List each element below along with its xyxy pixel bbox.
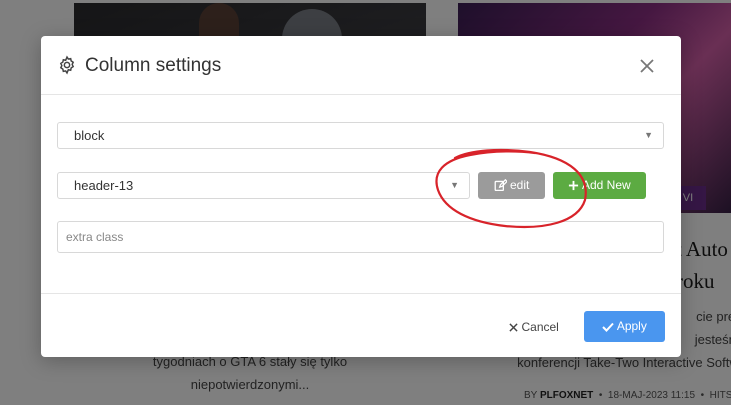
add-new-button-label: Add New: [581, 178, 631, 192]
x-icon: [509, 323, 518, 332]
chevron-down-icon: ▼: [644, 130, 653, 140]
gear-icon: [59, 55, 75, 75]
apply-button[interactable]: Apply: [584, 311, 665, 342]
dialog-title: Column settings: [85, 55, 222, 76]
extra-class-input[interactable]: [57, 221, 664, 253]
apply-button-label: Apply: [616, 319, 647, 333]
header-select[interactable]: header-13 ▼: [57, 172, 470, 199]
cancel-button-label: Cancel: [521, 320, 559, 334]
edit-button[interactable]: edit: [478, 172, 545, 199]
plus-icon: [569, 181, 579, 191]
block-select-value: block: [74, 128, 105, 143]
edit-button-label: edit: [509, 178, 530, 192]
close-icon[interactable]: [639, 58, 655, 74]
check-icon: [602, 322, 614, 332]
dialog-header: Column settings: [41, 36, 681, 95]
edit-icon: [494, 179, 507, 192]
column-settings-dialog: Column settings block ▼ header-13 ▼ edit…: [41, 36, 681, 357]
footer-divider: [41, 293, 681, 294]
cancel-button[interactable]: Cancel: [499, 317, 569, 337]
header-select-value: header-13: [74, 178, 134, 193]
chevron-down-icon: ▼: [450, 180, 459, 190]
block-select[interactable]: block ▼: [57, 122, 664, 149]
add-new-button[interactable]: Add New: [553, 172, 646, 199]
